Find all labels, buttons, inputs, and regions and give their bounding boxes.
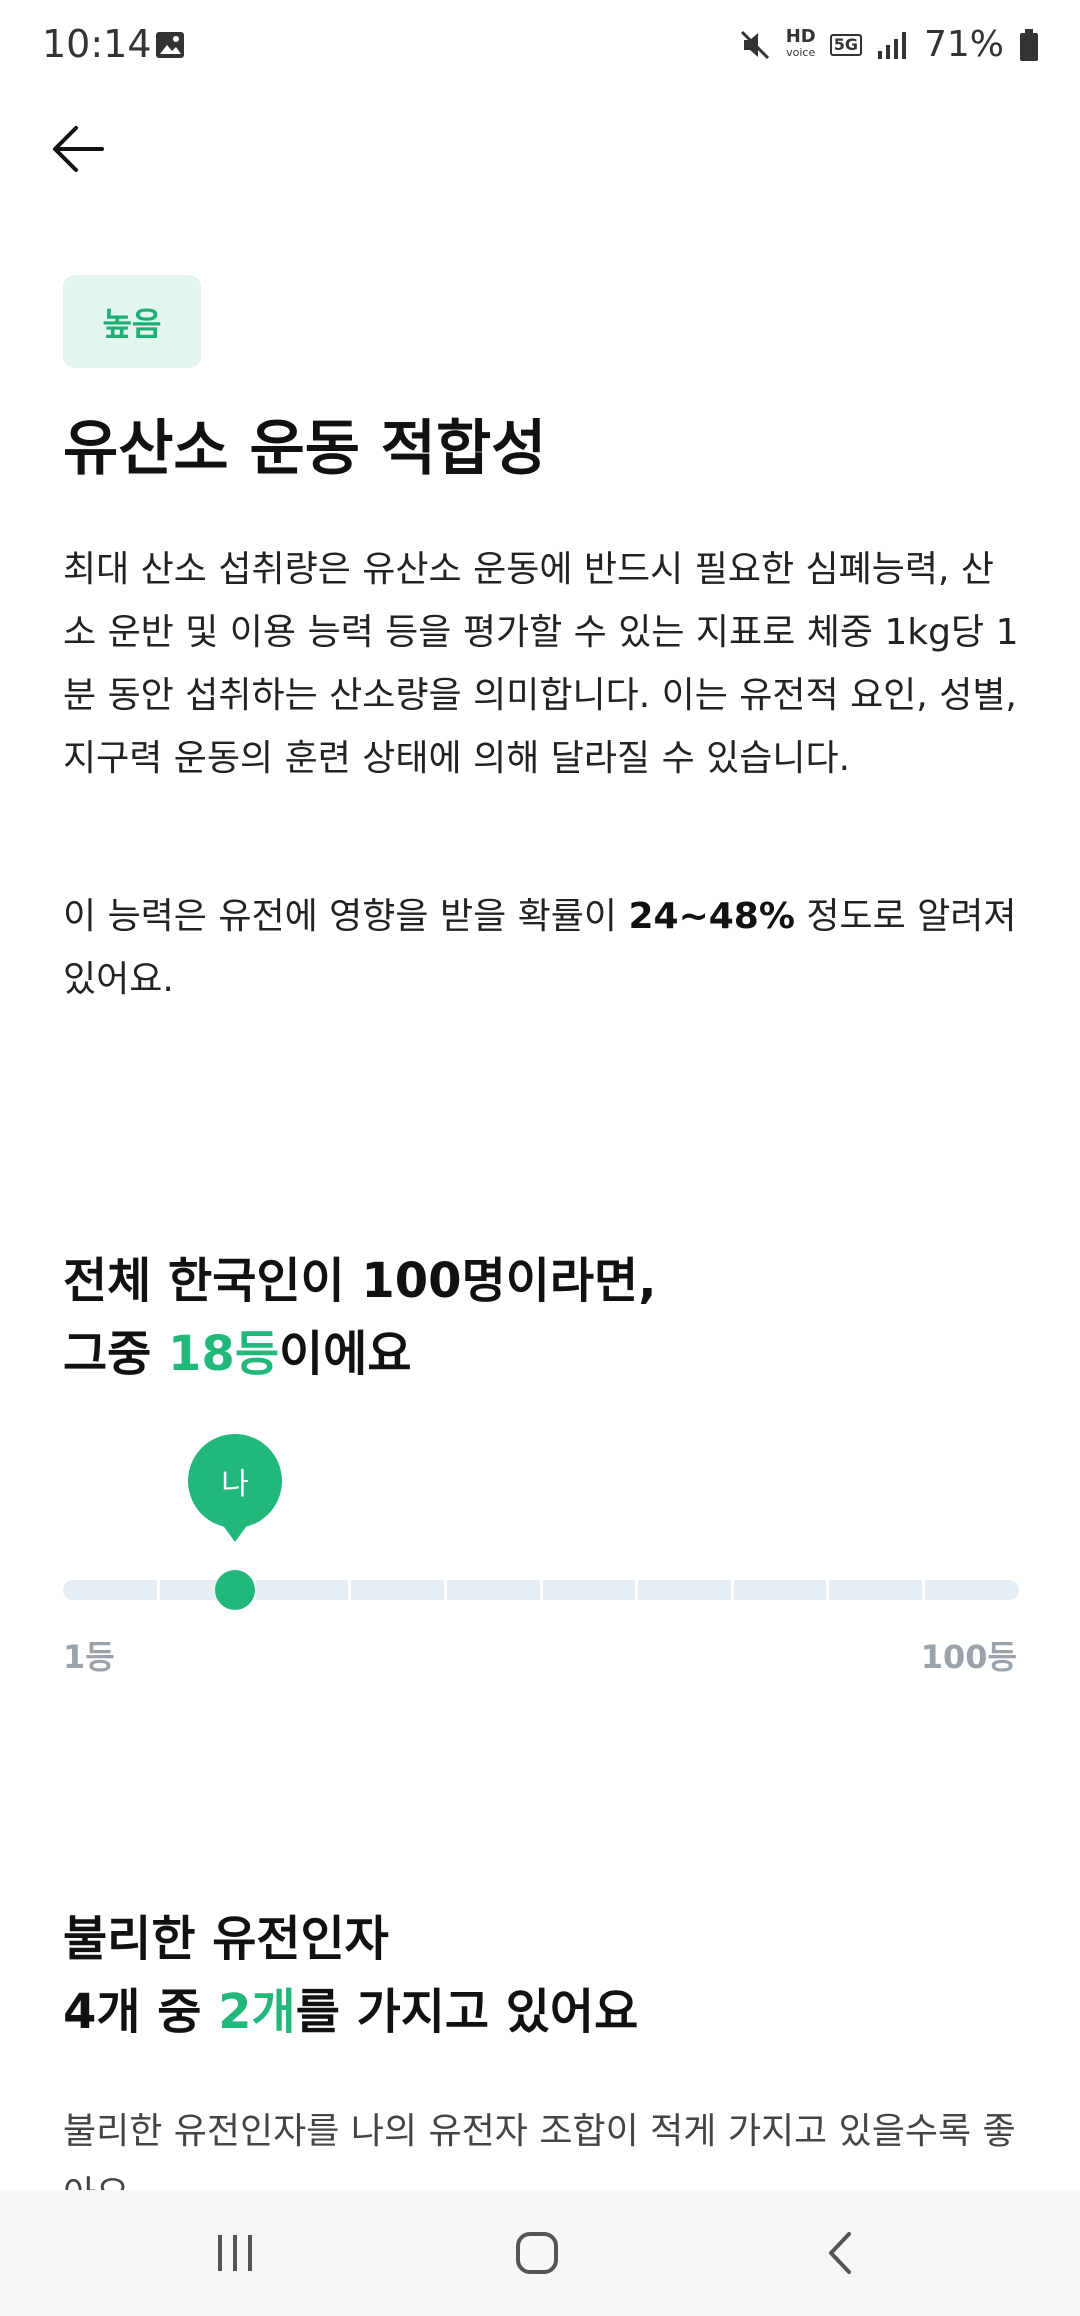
- mute-icon: [740, 30, 769, 59]
- heritability-value: 24~48%: [628, 896, 795, 937]
- level-badge: 높음: [63, 275, 201, 368]
- rank-highlight: 18등: [168, 1326, 279, 1382]
- home-button[interactable]: [492, 2218, 582, 2288]
- status-bar: 10:14 HD voice 5G 71%: [0, 0, 1080, 92]
- recent-apps-icon: [218, 2235, 252, 2271]
- trait-description: 최대 산소 섭취량은 유산소 운동에 반드시 필요한 심폐능력, 산소 운반 및…: [63, 549, 1019, 779]
- genes-heading: 불리한 유전인자 4개 중 2개를 가지고 있어요: [63, 1911, 639, 2040]
- genes-highlight: 2개: [218, 1984, 296, 2040]
- rank-heading: 전체 한국인이 100명이라면, 그중 18등이에요: [63, 1253, 657, 1382]
- battery-icon: [1020, 28, 1038, 61]
- nav-back-icon: [829, 2232, 851, 2274]
- recent-apps-button[interactable]: [190, 2218, 280, 2288]
- back-arrow-icon: [53, 126, 104, 172]
- rank-marker: [215, 1570, 255, 1610]
- status-icons: HD voice 5G 71%: [738, 24, 1040, 65]
- home-icon: [516, 2232, 558, 2274]
- rank-track: [63, 1580, 1019, 1600]
- signal-icon: [877, 31, 906, 59]
- heritability-text: 이 능력은 유전에 영향을 받을 확률이 24~48% 정도로 알려져 있어요.: [63, 896, 1017, 1000]
- back-button[interactable]: [44, 116, 114, 186]
- nav-back-button[interactable]: [796, 2218, 886, 2288]
- my-rank-pin-tail: [219, 1520, 251, 1542]
- image-icon: [156, 32, 184, 58]
- battery-percent: 71%: [923, 24, 1004, 65]
- status-time: 10:14: [42, 22, 152, 66]
- system-nav-bar: [0, 2190, 1080, 2316]
- my-rank-pin: 나: [188, 1434, 282, 1528]
- rank-max-label: 100등: [920, 1638, 1017, 1676]
- page-title: 유산소 운동 적합성: [63, 414, 547, 484]
- rank-min-label: 1등: [63, 1638, 115, 1676]
- hd-voice-indicator: HD voice: [785, 25, 816, 59]
- network-type: 5G: [829, 33, 862, 56]
